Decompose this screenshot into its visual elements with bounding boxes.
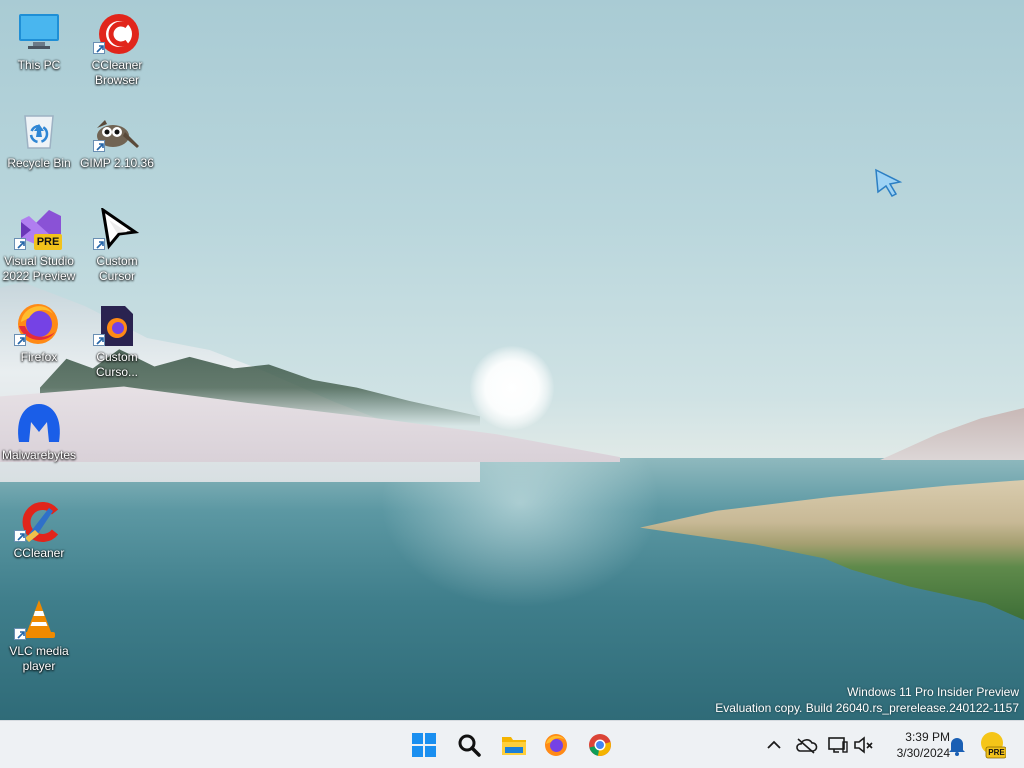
clock-date: 3/30/2024 [896, 746, 950, 760]
recycle-bin-icon [19, 110, 59, 150]
clock-time: 3:39 PM [905, 730, 950, 744]
firefox-taskbar-button[interactable] [538, 727, 574, 763]
desktop-icon-label: CCleaner [13, 546, 65, 560]
desktop-icon-this-pc[interactable]: This PC [0, 6, 78, 96]
desktop-icon-custom-cursor-2[interactable]: Custom Curso... [78, 298, 156, 388]
desktop-icon-visual-studio[interactable]: PRE Visual Studio 2022 Preview [0, 202, 78, 292]
shortcut-arrow-icon [14, 238, 26, 250]
desktop-icon-label: Custom Cursor [96, 254, 138, 283]
start-button[interactable] [406, 727, 442, 763]
desktop-icon-label: This PC [17, 58, 61, 72]
windows-watermark: Windows 11 Pro Insider Preview Evaluatio… [715, 684, 1019, 716]
shortcut-arrow-icon [14, 530, 26, 542]
start-icon [412, 733, 436, 757]
search-button[interactable] [451, 727, 487, 763]
desktop-icon-malwarebytes[interactable]: Malwarebytes [0, 396, 78, 486]
desktop-icon-vlc[interactable]: VLC media player [0, 592, 78, 682]
desktop-icon-gimp[interactable]: GIMP 2.10.36 [78, 104, 156, 194]
desktop-icon-label: Visual Studio 2022 Preview [2, 254, 76, 283]
taskbar: 3:39 PM 3/30/2024 PRE [0, 720, 1024, 768]
wallpaper-sun [470, 346, 554, 430]
shortcut-arrow-icon [14, 334, 26, 346]
desktop-icon-ccleaner-browser[interactable]: CCleaner Browser [78, 6, 156, 96]
mouse-pointer-icon [875, 168, 903, 197]
shortcut-arrow-icon [93, 42, 105, 54]
taskbar-clock[interactable]: 3:39 PM 3/30/2024 [876, 729, 950, 761]
this-pc-icon [19, 12, 59, 52]
insider-badge-label: PRE [988, 748, 1005, 757]
desktop-icon-label: VLC media player [9, 644, 69, 673]
file-explorer-icon [502, 737, 526, 755]
desktop-background: This PC Recycle Bin PRE Visual Studio 20… [0, 0, 1024, 720]
search-icon [458, 734, 481, 757]
malwarebytes-icon [18, 402, 60, 442]
desktop-icon-label: Firefox [20, 350, 58, 364]
desktop-icon-ccleaner[interactable]: CCleaner [0, 494, 78, 584]
watermark-build: Evaluation copy. Build 26040.rs_prerelea… [715, 701, 1019, 715]
desktop-icon-label: Custom Curso... [95, 350, 138, 379]
shortcut-arrow-icon [93, 334, 105, 346]
network-icon[interactable] [826, 733, 850, 757]
shortcut-arrow-icon [93, 238, 105, 250]
firefox-icon [545, 734, 567, 756]
watermark-edition: Windows 11 Pro Insider Preview [847, 685, 1019, 699]
desktop-icon-custom-cursor[interactable]: Custom Cursor [78, 202, 156, 292]
desktop-icon-recycle-bin[interactable]: Recycle Bin [0, 104, 78, 194]
volume-muted-icon[interactable] [852, 733, 876, 757]
chevron-up-icon[interactable] [762, 733, 786, 757]
shortcut-arrow-icon [93, 140, 105, 152]
shortcut-arrow-icon [14, 628, 26, 640]
wallpaper-mountain [880, 408, 1024, 460]
preview-badge: PRE [34, 234, 62, 250]
notification-bell-icon[interactable] [945, 733, 969, 757]
insider-widget[interactable]: PRE [980, 731, 1007, 759]
desktop-icon-label: GIMP 2.10.36 [80, 156, 154, 170]
desktop-icon-label: Malwarebytes [1, 448, 77, 462]
file-explorer-button[interactable] [495, 727, 531, 763]
onedrive-offline-icon[interactable] [794, 733, 818, 757]
desktop-icon-label: CCleaner Browser [91, 58, 143, 87]
chrome-taskbar-button[interactable] [582, 727, 618, 763]
desktop-icon-firefox[interactable]: Firefox [0, 298, 78, 388]
desktop-icon-label: Recycle Bin [7, 156, 71, 170]
chrome-icon [589, 734, 611, 756]
